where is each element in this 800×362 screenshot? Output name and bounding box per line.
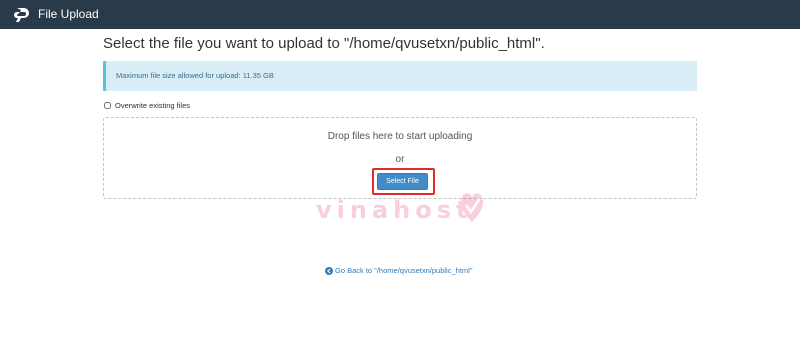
arrow-circle-left-icon [325, 266, 333, 275]
drop-instruction: Drop files here to start uploading [327, 131, 473, 142]
file-dropzone[interactable]: Drop files here to start uploading or Se… [103, 117, 697, 199]
or-separator: or [395, 154, 405, 165]
max-size-text: Maximum file size allowed for upload: 11… [116, 71, 274, 80]
app-title: File Upload [38, 7, 99, 21]
go-back-link[interactable]: Go Back to "/home/qvusetxn/public_html" [325, 266, 472, 275]
go-back-label: Go Back to "/home/qvusetxn/public_html" [335, 266, 473, 275]
watermark-logo: vinahost [316, 188, 486, 228]
max-size-alert: Maximum file size allowed for upload: 11… [103, 61, 697, 91]
overwrite-option[interactable]: Overwrite existing files [103, 101, 190, 110]
page-title: Select the file you want to upload to "/… [103, 35, 545, 52]
watermark-text: vinahost [316, 196, 473, 224]
heart-check-icon [460, 193, 484, 222]
cpanel-logo-icon[interactable] [11, 6, 32, 23]
overwrite-label: Overwrite existing files [115, 101, 191, 110]
overwrite-checkbox[interactable] [104, 102, 111, 109]
top-navbar: File Upload [0, 0, 800, 29]
